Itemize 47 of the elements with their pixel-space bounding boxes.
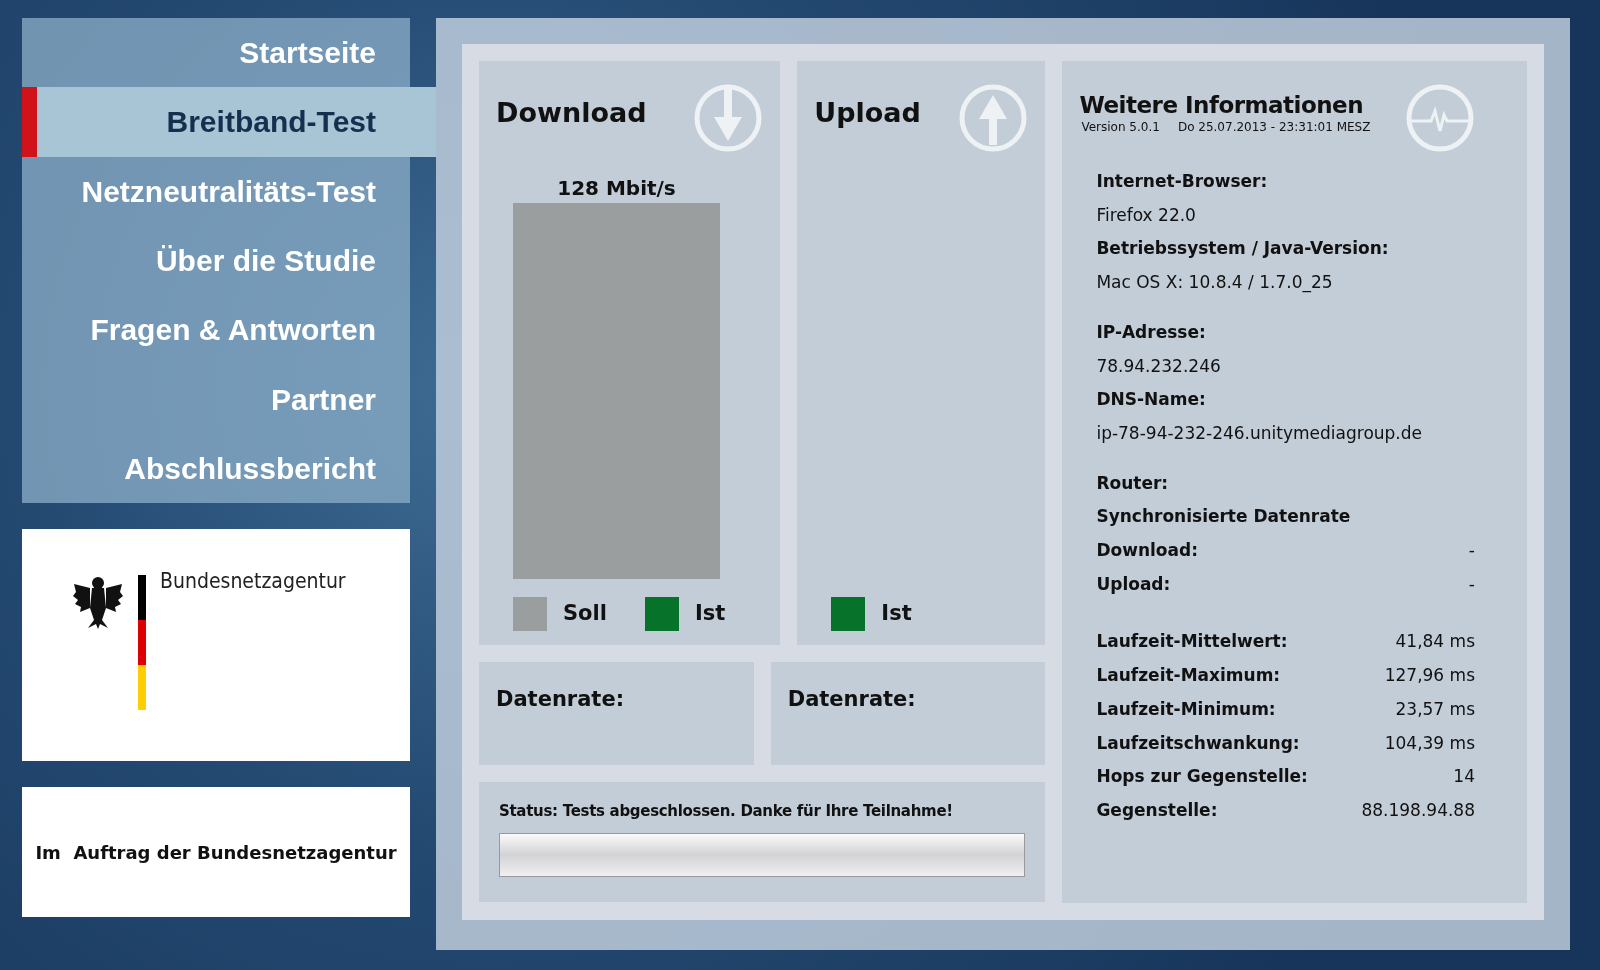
logo-text: Bundesnetzagentur [160, 571, 346, 596]
info-label: Synchronisierte Datenrate [1096, 505, 1352, 529]
commission-text: Im Auftrag der Bundesnetzagentur [35, 840, 397, 865]
info-label: Upload: [1096, 572, 1171, 596]
info-value: Firefox 22.0 [1096, 203, 1197, 227]
legend-label: Soll [563, 600, 607, 628]
nav-item[interactable]: Breitband-Test [22, 87, 436, 157]
nav-item[interactable]: Partner [22, 364, 410, 434]
legend-label: Ist [881, 600, 912, 628]
info-value: 127,96 ms [1384, 664, 1475, 688]
info-label: Hops zur Gegenstelle: [1096, 765, 1308, 789]
info-value: 14 [1453, 765, 1475, 789]
info-value: - [1468, 539, 1475, 563]
info-label: Betriebssystem / Java-Version: [1096, 237, 1390, 261]
info-value: 104,39 ms [1384, 731, 1475, 755]
info-title: Weitere Informationen [1079, 93, 1365, 119]
info-label: Download: [1096, 539, 1198, 563]
nav-item[interactable]: Abschlussbericht [22, 433, 410, 504]
info-value: - [1468, 572, 1475, 596]
status-text: Status: Tests abgeschlossen. Danke für Ihre Teilnahme! [499, 801, 954, 822]
rate-label: Datenrate: [496, 686, 626, 713]
info-label: Laufzeitschwankung: [1096, 731, 1300, 755]
download-title: Download [496, 96, 647, 130]
info-value: 78.94.232.246 [1096, 354, 1222, 378]
nav-item[interactable]: Netzneutralitäts-Test [22, 156, 410, 226]
date-text: Do 25.07.2013 - 23:31:01 MESZ [1177, 119, 1371, 137]
info-label: IP-Adresse: [1096, 320, 1207, 344]
info-label: Internet-Browser: [1096, 170, 1269, 193]
info-value: 41,84 ms [1395, 630, 1475, 654]
nav-item[interactable]: Über die Studie [22, 225, 410, 296]
info-label: Gegenstelle: [1096, 798, 1218, 822]
bar-value: 128 Mbit/s [556, 175, 677, 202]
nav-item[interactable]: Fragen & Antworten [22, 295, 410, 365]
info-label: Router: [1096, 471, 1170, 495]
nav-item[interactable]: Startseite [22, 18, 410, 88]
info-value: Mac OS X: 10.8.4 / 1.7.0_25 [1096, 271, 1334, 295]
info-value: ip-78-94-232-246.unitymediagroup.de [1096, 421, 1423, 445]
info-label: DNS-Name: [1096, 388, 1207, 412]
version-text: Version 5.0.1 [1081, 119, 1160, 137]
info-label: Laufzeit-Maximum: [1096, 664, 1281, 688]
legend-label: Ist [694, 600, 726, 628]
rate-label: Datenrate: [787, 686, 917, 713]
info-value: 88.198.94.88 [1361, 798, 1475, 822]
info-label: Laufzeit-Mittelwert: [1096, 630, 1288, 654]
info-value: 23,57 ms [1395, 697, 1475, 721]
info-label: Laufzeit-Minimum: [1096, 697, 1276, 721]
upload-title: Upload [814, 96, 921, 130]
